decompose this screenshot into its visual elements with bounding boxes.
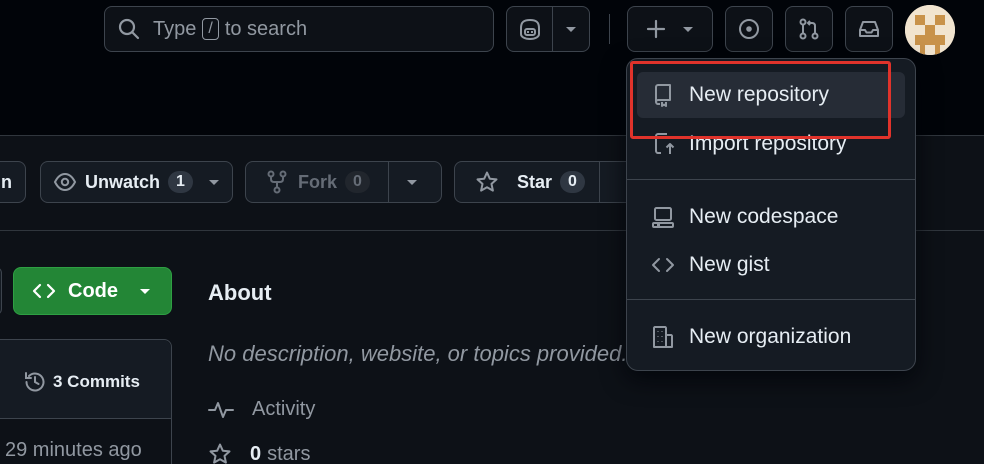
star-outline-icon — [208, 442, 232, 464]
commit-time-ago: 29 minutes ago — [5, 439, 142, 461]
unwatch-chevron-down-icon[interactable] — [207, 177, 221, 187]
commits-label: 3 Commits — [53, 372, 140, 391]
code-button-label: Code — [68, 279, 118, 302]
star-icon — [475, 170, 499, 194]
codespaces-icon — [651, 205, 675, 229]
menu-item-new-gist[interactable]: New gist — [637, 242, 905, 288]
menu-item-label: New codespace — [689, 205, 839, 228]
menu-item-new-repository[interactable]: New repository — [637, 72, 905, 118]
fork-divider — [387, 162, 389, 202]
header-divider — [609, 14, 610, 44]
code-icon — [32, 281, 56, 301]
plus-icon — [645, 18, 667, 40]
star-button[interactable]: Star 0 — [454, 161, 644, 203]
menu-item-new-organization[interactable]: New organization — [637, 314, 905, 360]
create-new-button[interactable] — [627, 6, 713, 52]
avatar[interactable] — [905, 5, 955, 55]
code-icon — [651, 253, 675, 277]
copilot-chevron-down-icon[interactable] — [553, 24, 589, 34]
menu-item-label: New repository — [689, 83, 830, 106]
menu-item-new-codespace[interactable]: New codespace — [637, 194, 905, 240]
fork-label: Fork — [298, 171, 338, 192]
inbox-icon — [857, 17, 881, 41]
history-icon — [23, 370, 47, 394]
about-description: No description, website, or topics provi… — [208, 341, 628, 366]
search-placeholder-prefix: Type — [153, 17, 197, 40]
star-divider — [598, 162, 600, 202]
star-count: 0 — [560, 171, 585, 193]
inbox-button[interactable] — [845, 6, 893, 52]
organization-icon — [651, 325, 675, 349]
menu-item-label: Import repository — [689, 132, 847, 155]
code-button[interactable]: Code — [13, 267, 172, 315]
issues-button[interactable] — [725, 6, 773, 52]
fork-button[interactable]: Fork 0 — [245, 161, 442, 203]
eye-icon — [53, 170, 77, 194]
activity-label: Activity — [252, 398, 316, 420]
copilot-icon[interactable] — [507, 17, 552, 41]
search-placeholder-suffix: to search — [224, 17, 308, 40]
repo-action-cut-label: n — [1, 171, 12, 192]
issue-opened-icon — [737, 17, 761, 41]
commits-link[interactable]: 3 Commits — [23, 370, 140, 394]
latest-commit-bar: 3 Commits — [0, 340, 171, 419]
unwatch-label: Unwatch — [85, 171, 161, 192]
fork-chevron-down-icon[interactable] — [405, 177, 419, 187]
unwatch-count: 1 — [168, 171, 193, 193]
search-shortcut-key: / — [202, 18, 219, 40]
search-icon — [117, 17, 141, 41]
stars-label: stars — [267, 442, 311, 464]
about-heading: About — [208, 280, 272, 305]
branch-button-edge[interactable] — [0, 267, 2, 315]
create-new-menu: New repository Import repository New cod… — [626, 58, 916, 371]
pull-requests-button[interactable] — [785, 6, 833, 52]
search-input[interactable]: Type / to search — [104, 6, 494, 52]
fork-count: 0 — [345, 171, 370, 193]
repo-action-cut-button[interactable]: n — [0, 161, 26, 203]
copilot-button-group — [506, 6, 590, 52]
menu-item-import-repository[interactable]: Import repository — [637, 121, 905, 167]
star-label: Star — [517, 171, 553, 192]
stars-count: 0 — [250, 442, 262, 464]
menu-divider — [627, 299, 915, 300]
menu-item-label: New organization — [689, 325, 852, 348]
stars-link[interactable]: 0 stars — [208, 442, 310, 464]
unwatch-button[interactable]: Unwatch 1 — [40, 161, 233, 203]
pulse-icon — [208, 399, 234, 421]
file-browser: 3 Commits 29 minutes ago — [0, 339, 172, 464]
chevron-down-icon — [681, 24, 695, 34]
menu-item-label: New gist — [689, 253, 770, 276]
code-chevron-down-icon — [138, 286, 152, 296]
git-pull-request-icon — [797, 17, 821, 41]
repo-forked-icon — [266, 170, 288, 194]
repo-push-icon — [651, 132, 675, 156]
activity-link[interactable]: Activity — [208, 398, 315, 421]
repo-icon — [651, 83, 675, 107]
menu-divider — [627, 179, 915, 180]
